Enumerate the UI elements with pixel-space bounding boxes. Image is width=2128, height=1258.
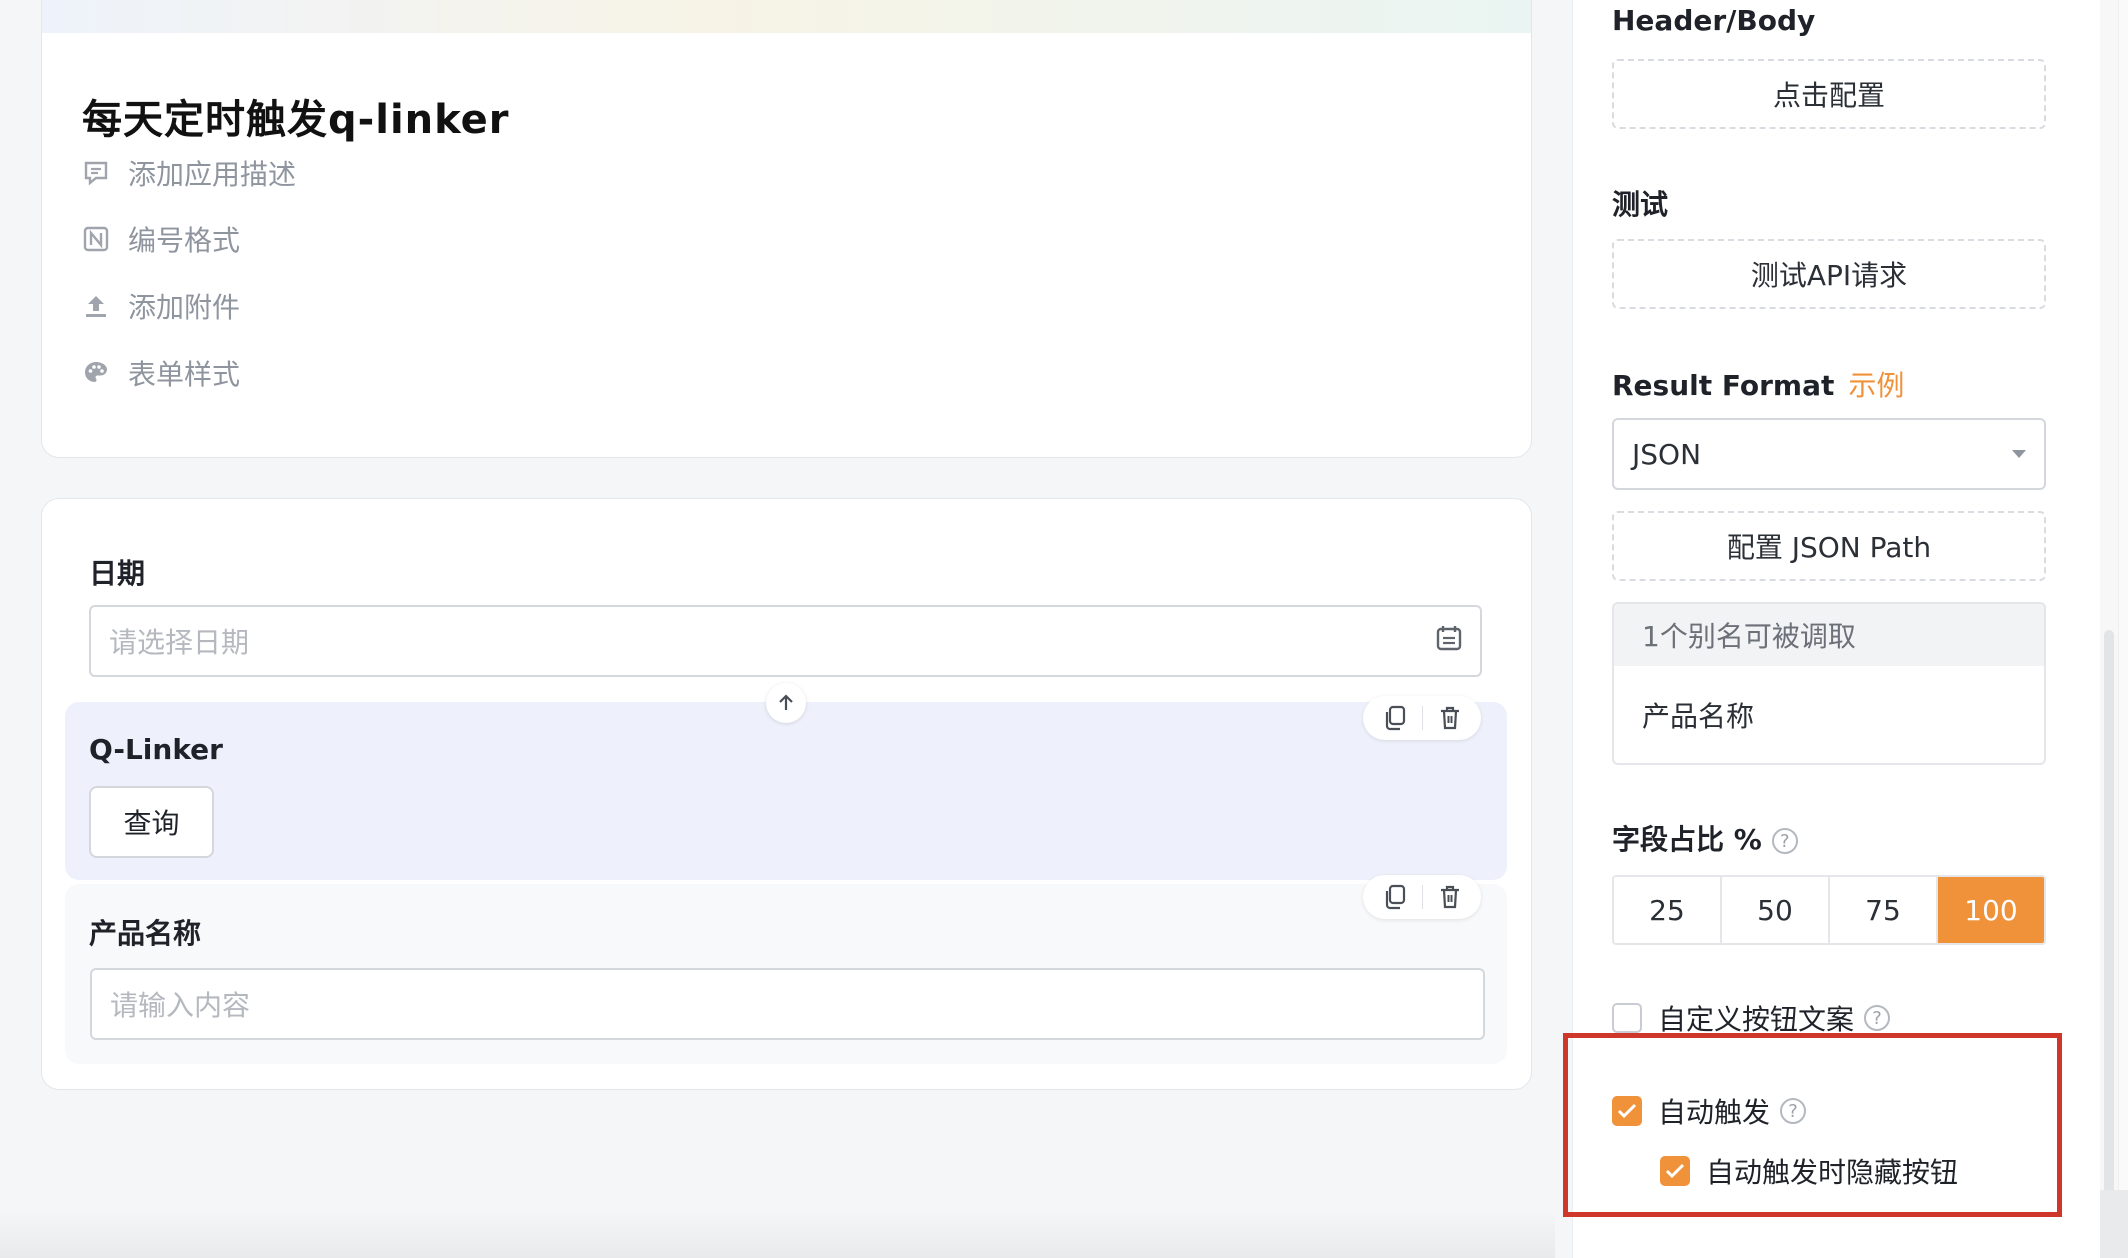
delete-field-button[interactable]	[1434, 702, 1466, 734]
help-icon[interactable]: ?	[1864, 1005, 1891, 1031]
trash-icon	[1440, 706, 1459, 730]
date-input[interactable]: 请选择日期	[89, 605, 1482, 677]
comment-icon	[82, 159, 110, 187]
product-input-placeholder: 请输入内容	[110, 989, 251, 1022]
custom-button-text-label: 自定义按钮文案	[1658, 1003, 1855, 1036]
number-format-item[interactable]: 编号格式	[82, 219, 240, 259]
form-style-item[interactable]: 表单样式	[82, 353, 240, 393]
add-description-item[interactable]: 添加应用描述	[82, 153, 296, 193]
card-header-gradient	[42, 0, 1531, 33]
number-format-label: 编号格式	[128, 224, 241, 257]
test-api-request-button[interactable]: 测试API请求	[1612, 239, 2046, 309]
product-field-toolbar	[1363, 875, 1481, 919]
help-icon[interactable]: ?	[1780, 1098, 1807, 1124]
window-corner	[2100, 1190, 2128, 1258]
copy-field-button[interactable]	[1379, 881, 1411, 913]
arrow-up-icon	[779, 694, 793, 710]
checkbox-checked-icon	[1660, 1156, 1690, 1186]
move-up-button[interactable]	[766, 683, 806, 723]
copy-field-button[interactable]	[1379, 702, 1411, 734]
copy-icon	[1385, 884, 1405, 910]
field-ratio-text: 字段占比 %	[1612, 823, 1762, 856]
configure-json-path-button[interactable]: 配置 JSON Path	[1612, 511, 2046, 581]
date-field-label: 日期	[89, 557, 146, 590]
alias-item[interactable]: 产品名称	[1614, 666, 2044, 763]
result-format-text: Result Format	[1612, 369, 1835, 402]
alias-list: 1个别名可被调取 产品名称	[1612, 602, 2046, 765]
calendar-icon	[1436, 624, 1462, 659]
qlinker-field-block[interactable]	[65, 702, 1507, 880]
auto-trigger-label: 自动触发	[1658, 1096, 1771, 1129]
palette-icon	[82, 359, 110, 387]
qlinker-field-toolbar	[1363, 696, 1481, 740]
copy-icon	[1385, 705, 1405, 731]
ratio-option-75[interactable]: 75	[1830, 877, 1938, 943]
result-format-select[interactable]: JSON	[1612, 418, 2046, 490]
checkbox-checked-icon	[1612, 1096, 1642, 1126]
number-format-icon	[82, 225, 110, 253]
auto-trigger-checkbox[interactable]: 自动触发 ?	[1612, 1091, 1807, 1131]
example-link[interactable]: 示例	[1848, 369, 1904, 402]
add-description-label: 添加应用描述	[128, 158, 297, 191]
delete-field-button[interactable]	[1434, 881, 1466, 913]
qlinker-field-label: Q-Linker	[89, 733, 223, 766]
help-icon[interactable]: ?	[1771, 828, 1798, 854]
trash-icon	[1440, 885, 1459, 909]
panel-scrollbar-thumb[interactable]	[2104, 630, 2114, 1240]
ratio-option-25[interactable]: 25	[1614, 877, 1722, 943]
product-input[interactable]: 请输入内容	[90, 968, 1485, 1040]
upload-icon	[82, 292, 110, 320]
field-ratio-segmented: 25 50 75 100	[1612, 875, 2046, 945]
chevron-down-icon	[2012, 450, 2026, 458]
app-info-card: 每天定时触发q-linker 添加应用描述 编号格式 添加附件 表单样式	[41, 0, 1532, 458]
hide-button-on-auto-label: 自动触发时隐藏按钮	[1706, 1156, 1959, 1189]
custom-button-text-checkbox[interactable]: 自定义按钮文案 ?	[1612, 998, 1891, 1038]
query-button[interactable]: 查询	[89, 786, 214, 858]
hide-button-on-auto-checkbox[interactable]: 自动触发时隐藏按钮	[1660, 1151, 1958, 1191]
ratio-option-50[interactable]: 50	[1722, 877, 1830, 943]
configure-header-body-button[interactable]: 点击配置	[1612, 59, 2046, 129]
test-label: 测试	[1612, 188, 1669, 221]
date-input-placeholder: 请选择日期	[109, 626, 250, 659]
alias-list-header: 1个别名可被调取	[1614, 604, 2044, 666]
header-body-label: Header/Body	[1612, 4, 1816, 37]
result-format-selected: JSON	[1632, 437, 1702, 471]
add-attachment-label: 添加附件	[128, 291, 241, 324]
bottom-shadow	[0, 1210, 1555, 1258]
app-title[interactable]: 每天定时触发q-linker	[82, 87, 510, 145]
field-ratio-label: 字段占比 %?	[1612, 818, 1798, 858]
result-format-label: Result Format 示例	[1612, 364, 1904, 404]
product-field-label: 产品名称	[89, 917, 202, 950]
checkbox-unchecked-icon	[1612, 1003, 1642, 1033]
window-edge	[2118, 0, 2128, 1258]
form-style-label: 表单样式	[128, 358, 241, 391]
ratio-option-100[interactable]: 100	[1938, 877, 2044, 943]
add-attachment-item[interactable]: 添加附件	[82, 286, 240, 326]
